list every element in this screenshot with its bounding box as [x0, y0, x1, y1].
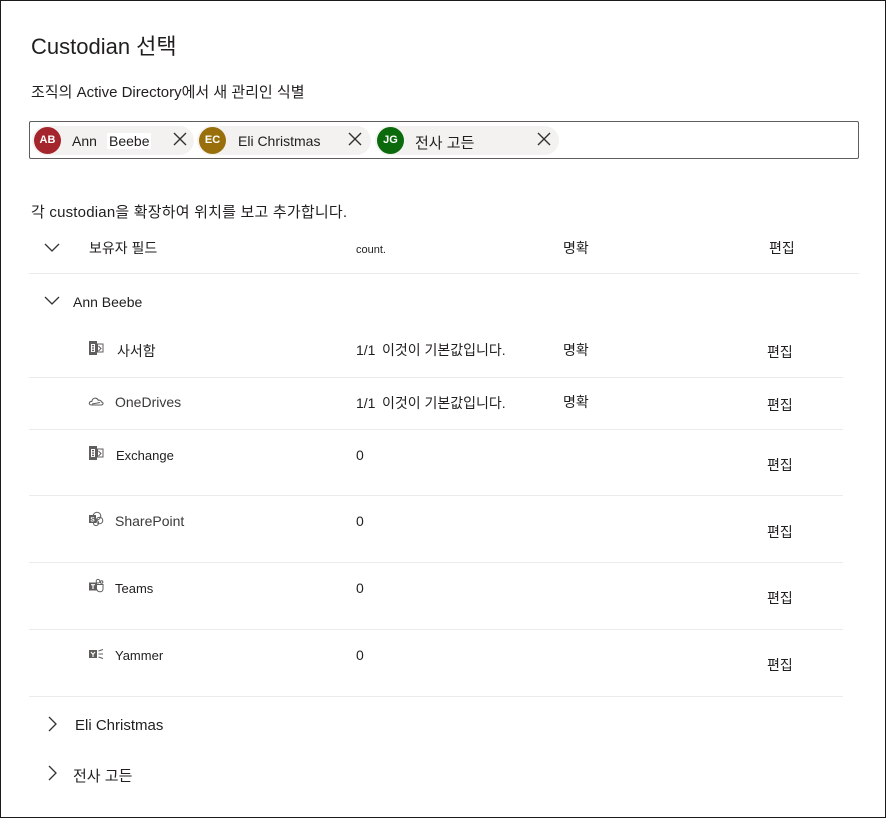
pill-name: 전사 고든 — [415, 135, 475, 152]
pill-first-name: Ann — [72, 133, 97, 149]
header-name: 보유자 필드 — [89, 240, 158, 256]
row-label: SharePoint — [115, 513, 185, 529]
group-chevron-right-icon[interactable] — [44, 716, 60, 732]
pill-last-name: Beebe — [107, 133, 152, 149]
row-count: 1/1 — [356, 395, 376, 411]
pill-name: Eli Christmas — [238, 133, 321, 149]
header-clear: 명확 — [563, 240, 589, 256]
sharepoint-icon: S — [89, 511, 104, 527]
row-count: 0 — [356, 447, 364, 463]
exchange-icon — [89, 446, 104, 460]
custodian-picker-input[interactable]: AB Ann Beebe EC Eli Christmas JG 전사 고든 — [29, 121, 859, 159]
teams-icon — [89, 578, 104, 593]
collapse-all-chevron-down-icon[interactable] — [44, 239, 60, 255]
group-eli-christmas[interactable]: Eli Christmas — [75, 717, 163, 734]
row-divider — [29, 495, 843, 496]
row-count: 0 — [356, 647, 364, 663]
instructions-text: 각 custodian을 확장하여 위치를 보고 추가합니다. — [31, 204, 348, 221]
svg-text:S: S — [90, 517, 95, 524]
header-divider — [29, 273, 859, 274]
row-label: Exchange — [116, 448, 174, 463]
remove-icon[interactable] — [170, 129, 190, 149]
row-count: 0 — [356, 580, 364, 596]
dialog-title: Custodian 선택 — [31, 34, 177, 59]
edit-button[interactable]: 편집 — [767, 588, 793, 608]
header-edit: 편집 — [769, 240, 795, 256]
row-divider — [29, 696, 843, 697]
onedrive-cloud-icon — [88, 397, 104, 406]
group-chevron-right-icon[interactable] — [44, 765, 60, 781]
custodian-pill-ann-beebe[interactable]: AB Ann Beebe — [32, 126, 194, 155]
custodian-dialog: Custodian 선택 조직의 Active Directory에서 새 관리… — [0, 0, 886, 818]
edit-button[interactable]: 편집 — [767, 395, 793, 415]
exchange-mailbox-icon — [89, 341, 104, 355]
row-divider — [29, 562, 843, 563]
avatar: AB — [34, 127, 61, 154]
yammer-icon — [89, 648, 104, 660]
row-divider — [29, 629, 843, 630]
row-status: 이것이 기본값입니다. — [382, 395, 506, 411]
row-count: 1/1 — [356, 342, 376, 358]
clear-button[interactable]: 명확 — [563, 340, 589, 360]
row-label: OneDrives — [115, 394, 182, 410]
row-label: Teams — [115, 581, 154, 596]
row-label: Yammer — [115, 648, 164, 663]
edit-button[interactable]: 편집 — [767, 522, 793, 542]
avatar: JG — [377, 127, 404, 154]
group-ann-beebe[interactable]: Ann Beebe — [73, 294, 142, 310]
clear-button[interactable]: 명확 — [563, 392, 589, 412]
edit-button[interactable]: 편집 — [767, 455, 793, 475]
row-label: 사서함 — [117, 343, 156, 359]
edit-button[interactable]: 편집 — [767, 655, 793, 675]
custodian-pill-jg[interactable]: JG 전사 고든 — [375, 126, 559, 155]
dialog-subtitle: 조직의 Active Directory에서 새 관리인 식별 — [31, 84, 305, 101]
remove-icon[interactable] — [534, 129, 554, 149]
group-jg[interactable]: 전사 고든 — [73, 765, 132, 786]
row-count: 0 — [356, 513, 364, 529]
custodian-pill-eli-christmas[interactable]: EC Eli Christmas — [197, 126, 371, 155]
row-status: 이것이 기본값입니다. — [382, 342, 506, 358]
group-chevron-down-icon[interactable] — [44, 292, 60, 308]
header-count: count. — [356, 244, 386, 256]
row-divider — [29, 429, 843, 430]
avatar: EC — [199, 127, 226, 154]
edit-button[interactable]: 편집 — [767, 342, 793, 362]
row-divider — [29, 377, 843, 378]
remove-icon[interactable] — [345, 129, 365, 149]
